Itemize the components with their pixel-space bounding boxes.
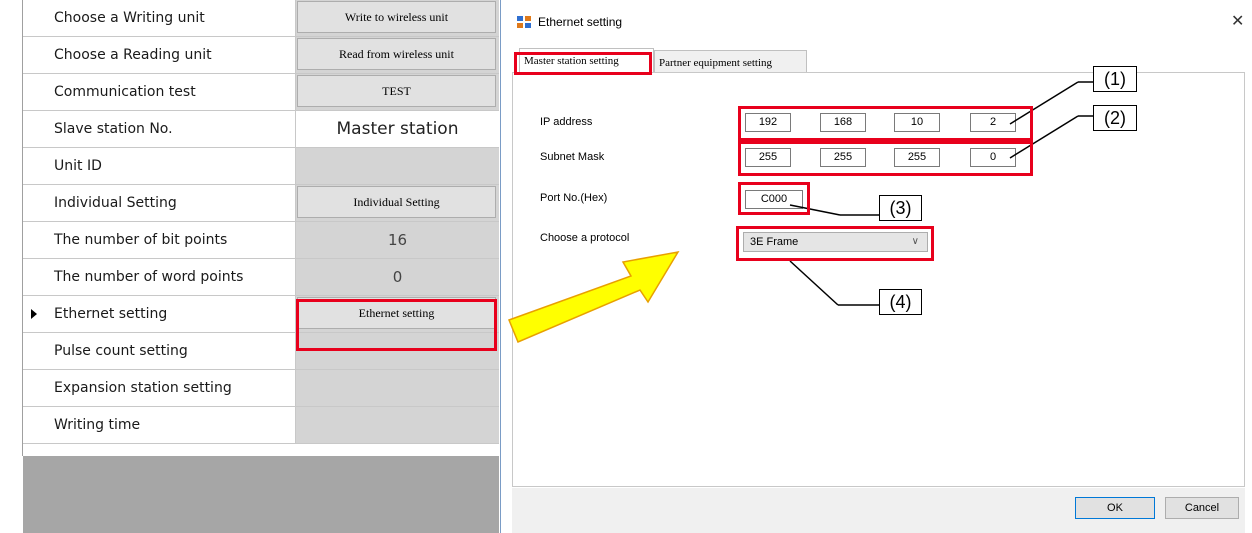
- highlight-subnet-mask: [738, 141, 1033, 176]
- highlight-port-number: [738, 182, 810, 215]
- highlight-protocol: [736, 226, 934, 261]
- callout-label-1: (1): [1093, 66, 1137, 92]
- callout-label-3: (3): [879, 195, 922, 221]
- highlight-master-tab: [514, 52, 652, 75]
- highlight-ethernet-button: [296, 299, 497, 351]
- annotation-overlay: [508, 81, 1093, 343]
- callout-label-4: (4): [879, 289, 922, 315]
- highlight-ip-address: [738, 106, 1033, 141]
- callout-arrow: [508, 250, 680, 343]
- leader-line-4: [789, 260, 839, 306]
- callout-label-2: (2): [1093, 105, 1137, 131]
